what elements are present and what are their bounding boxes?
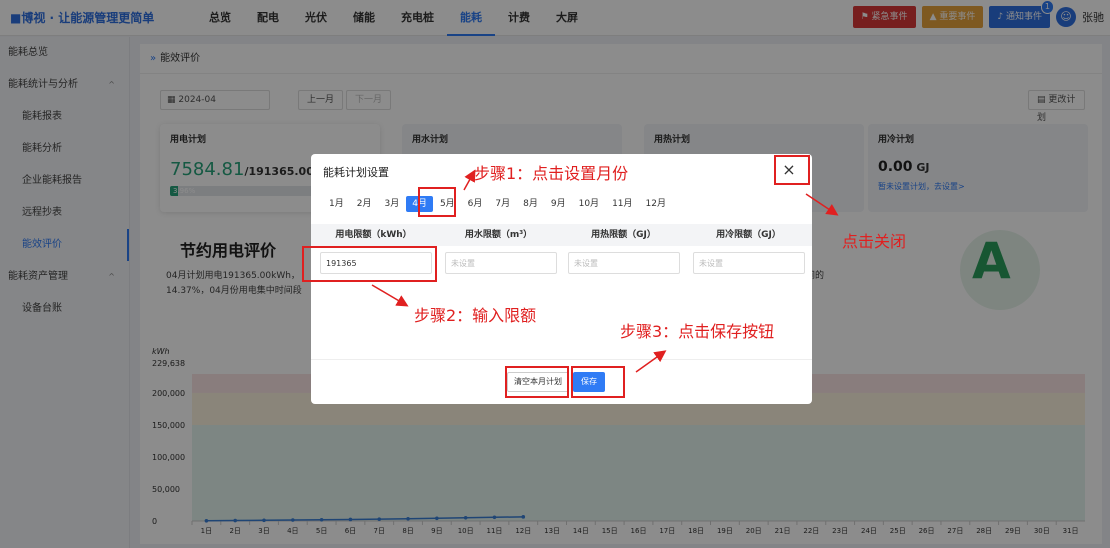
arrow-close (805, 193, 839, 216)
annotation-arrows (371, 169, 839, 373)
arrow-step2 (371, 284, 409, 307)
arrow-step1 (463, 169, 476, 191)
arrow-step3 (635, 350, 667, 373)
